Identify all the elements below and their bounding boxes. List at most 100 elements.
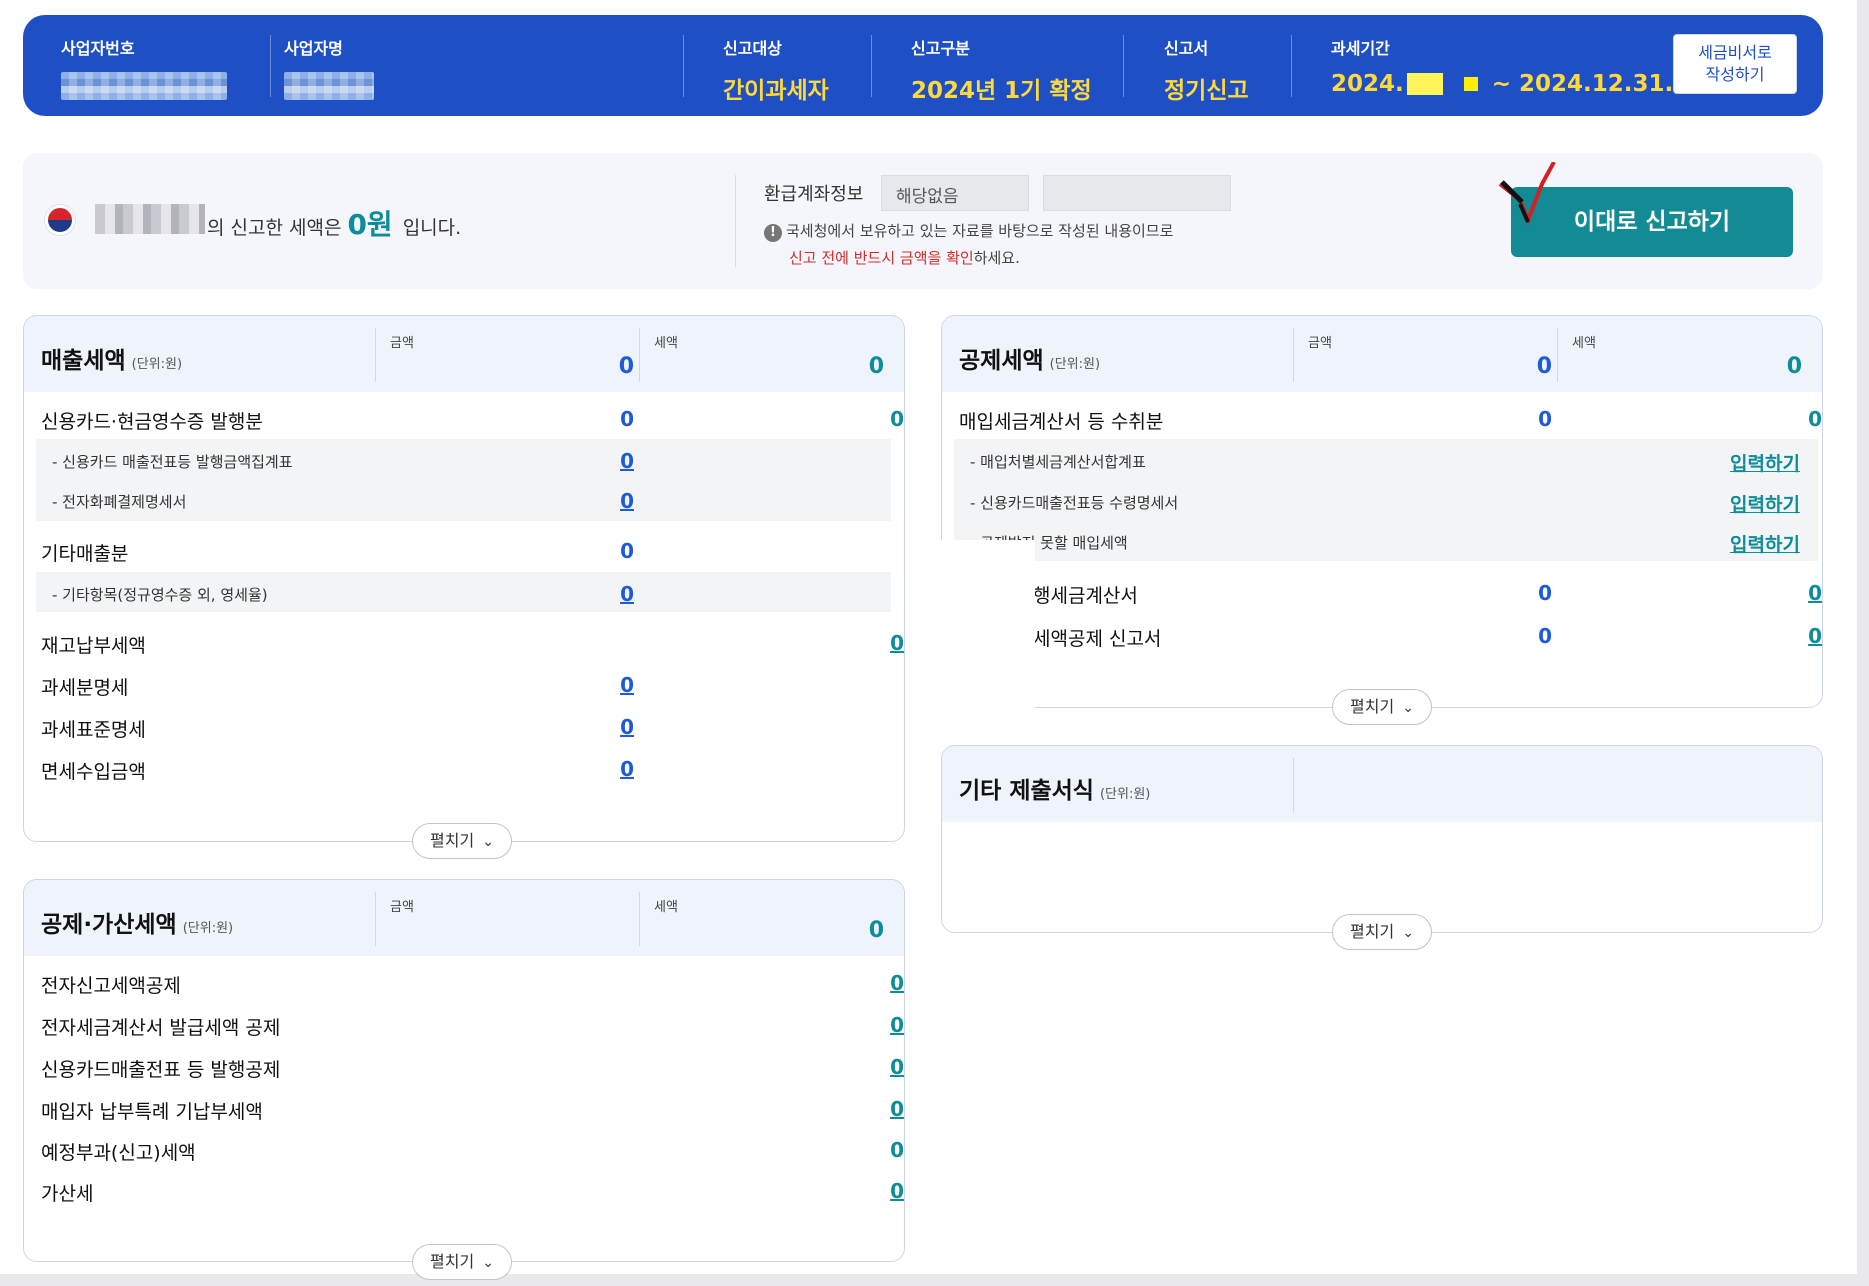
deduction-expand-button[interactable]: 펼치기 ⌄ [1332, 689, 1432, 725]
column-divider [1293, 328, 1294, 382]
other-forms-header: 기타 제출서식 (단위:원) [942, 746, 1822, 822]
other-forms-title: 기타 제출서식 (단위:원) [959, 778, 1151, 804]
unit-label: (단위:원) [1099, 787, 1151, 802]
additional-tax-link[interactable]: 0 [854, 1179, 904, 1203]
e-filing-credit-link[interactable]: 0 [854, 971, 904, 995]
sales-row-tax-base-detail: 과세표준명세 0 [41, 715, 634, 741]
card-sales-summary-link[interactable]: 0 [584, 449, 634, 473]
scheduled-assessment-row: 예정부과(신고)세액 0 [41, 1138, 904, 1164]
card-slip-received-input-link[interactable]: 입력하기 [1730, 490, 1800, 517]
buyer-payment-special-link[interactable]: 0 [854, 1097, 904, 1121]
deduction-tax-panel: 공제세액 (단위:원) 금액 0 세액 0 매입세금계산서 등 수취분 0 0 -… [941, 315, 1823, 725]
filing-summary: 의 신고한 세액은 0원 입니다. 환급계좌정보 해당없음 ! 국세청에서 보유하… [23, 153, 1823, 289]
deduction-additional-tax-panel: 공제·가산세액 (단위:원) 금액 세액 0 전자신고세액공제 0 전자세금계산서… [23, 879, 905, 1280]
korea-emblem-icon [45, 205, 75, 235]
row-amount: 0 [1538, 624, 1552, 648]
inventory-tax-link[interactable]: 0 [854, 631, 904, 655]
refund-account-detail [1043, 175, 1231, 211]
amount-column-label: 금액 [390, 336, 414, 351]
deduction-total-amount: 0 [1536, 354, 1552, 379]
unit-label: (단위:원) [131, 357, 183, 372]
exempt-income-link[interactable]: 0 [584, 757, 634, 781]
chevron-down-icon: ⌄ [1402, 700, 1414, 716]
deduction-tax-header: 공제세액 (단위:원) 금액 0 세액 0 [942, 316, 1822, 392]
tax-credit-return-row: 세액공제 신고서 0 0 [942, 616, 1822, 656]
sales-row-card-cash-receipts: 신용카드·현금영수증 발행분 0 0 [41, 407, 904, 433]
tax-base-detail-link[interactable]: 0 [584, 715, 634, 739]
header-divider [871, 35, 872, 97]
business-number-cell: 사업자번호 [61, 35, 227, 104]
tax-credit-return-link[interactable]: 0 [1772, 624, 1822, 648]
tax-period-value: 2024. ~ 2024.12.31. [1331, 71, 1673, 97]
sales-row-taxable-detail: 과세분명세 0 [41, 673, 634, 699]
other-forms-expand-button[interactable]: 펼치기 ⌄ [1332, 914, 1432, 950]
check-mark-icon [1498, 162, 1556, 226]
notice-line-1: ! 국세청에서 보유하고 있는 자료를 바탕으로 작성된 내용이므로 [764, 218, 1173, 245]
amount-column-label: 금액 [1308, 336, 1332, 351]
chevron-down-icon: ⌄ [482, 834, 494, 850]
chevron-down-icon: ⌄ [482, 1255, 494, 1271]
sales-subrow-card-sales-summary: - 신용카드 매출전표등 발행금액집계표 0 [52, 449, 634, 473]
tax-period-label: 과세기간 [1331, 39, 1390, 58]
period-end: ~ 2024.12.31. [1491, 71, 1674, 97]
non-deductible-input-link[interactable]: 입력하기 [1730, 530, 1800, 557]
e-invoice-credit-link[interactable]: 0 [854, 1013, 904, 1037]
sales-row-exempt-income: 면세수입금액 0 [41, 757, 634, 783]
filing-category-cell: 신고구분 2024년 1기 확정 [911, 35, 1092, 105]
issued-invoice-row: 행세금계산서 0 0 [942, 573, 1822, 613]
tax-secretary-button[interactable]: 세금비서로 작성하기 [1673, 34, 1797, 94]
row-tax: 0 [890, 407, 904, 431]
filing-category-value: 2024년 1기 확정 [911, 78, 1092, 104]
tax-column-label: 세액 [654, 900, 678, 915]
sales-total-amount: 0 [618, 354, 634, 379]
deduction-additional-expand-button[interactable]: 펼치기 ⌄ [412, 1244, 512, 1280]
sales-tax-header: 매출세액 (단위:원) 금액 0 세액 0 [24, 316, 904, 392]
period-start-redacted-mark [1463, 77, 1478, 91]
other-forms-panel: 기타 제출서식 (단위:원) 펼치기 ⌄ [941, 745, 1823, 950]
filing-category-label: 신고구분 [911, 39, 970, 58]
period-start-prefix: 2024. [1331, 71, 1404, 97]
tax-period-cell: 과세기간 2024. ~ 2024.12.31. [1331, 35, 1673, 97]
sales-row-inventory-tax: 재고납부세액 0 [41, 631, 904, 657]
filing-form-label: 신고서 [1164, 39, 1209, 58]
business-name-cell: 사업자명 [284, 35, 374, 104]
row-amount: 0 [1538, 581, 1552, 605]
other-items-link[interactable]: 0 [584, 582, 634, 606]
card-slip-credit-row: 신용카드매출전표 등 발행공제 0 [41, 1055, 904, 1081]
issued-invoice-tax-link[interactable]: 0 [1772, 581, 1822, 605]
e-money-statement-link[interactable]: 0 [584, 489, 634, 513]
business-name-redacted [284, 72, 374, 100]
purchase-invoice-received-row: 매입세금계산서 등 수취분 0 0 [959, 407, 1822, 433]
filing-target-label: 신고대상 [723, 39, 782, 58]
tax-column-label: 세액 [654, 336, 678, 351]
filing-info-header: 사업자번호 사업자명 신고대상 간이과세자 신고구분 2024년 1기 확정 신… [23, 15, 1823, 116]
non-deductible-input-tax-row: - 공제받지 못할 매입세액 입력하기 [942, 522, 1822, 562]
column-divider [1293, 758, 1294, 812]
buyer-payment-special-row: 매입자 납부특례 기납부세액 0 [41, 1097, 904, 1123]
sales-tax-panel: 매출세액 (단위:원) 금액 0 세액 0 신용카드·현금영수증 발행분 0 0 … [23, 315, 905, 859]
column-divider [375, 892, 376, 946]
business-name-label: 사업자명 [284, 39, 343, 58]
purchase-invoice-summary-input-link[interactable]: 입력하기 [1730, 449, 1800, 476]
card-slip-credit-link[interactable]: 0 [854, 1055, 904, 1079]
refund-account-label: 환급계좌정보 [764, 184, 864, 205]
deduction-total-tax: 0 [1786, 354, 1802, 379]
sales-tax-title: 매출세액 (단위:원) [41, 348, 183, 374]
purchase-invoice-summary-row: - 매입처별세금계산서합계표 입력하기 [942, 441, 1822, 481]
business-number-redacted [61, 72, 227, 100]
sales-expand-button[interactable]: 펼치기 ⌄ [412, 823, 512, 859]
additional-tax-row: 가산세 0 [41, 1179, 904, 1205]
refund-account-value: 해당없음 [881, 175, 1029, 211]
card-slip-received-row: - 신용카드매출전표등 수령명세서 입력하기 [942, 482, 1822, 522]
sales-row-other-sales: 기타매출분 0 [41, 539, 634, 565]
e-filing-credit-row: 전자신고세액공제 0 [41, 971, 904, 997]
taxpayer-name-redacted [95, 204, 205, 234]
column-divider [1557, 328, 1558, 382]
taxable-detail-link[interactable]: 0 [584, 673, 634, 697]
header-divider [1123, 35, 1124, 97]
header-divider [1291, 35, 1292, 97]
gap-mask [905, 540, 1035, 730]
window-frame-bottom [0, 1274, 1869, 1286]
row-tax: 0 [1808, 407, 1822, 431]
summary-sentence: 의 신고한 세액은 0원 입니다. [95, 203, 461, 243]
